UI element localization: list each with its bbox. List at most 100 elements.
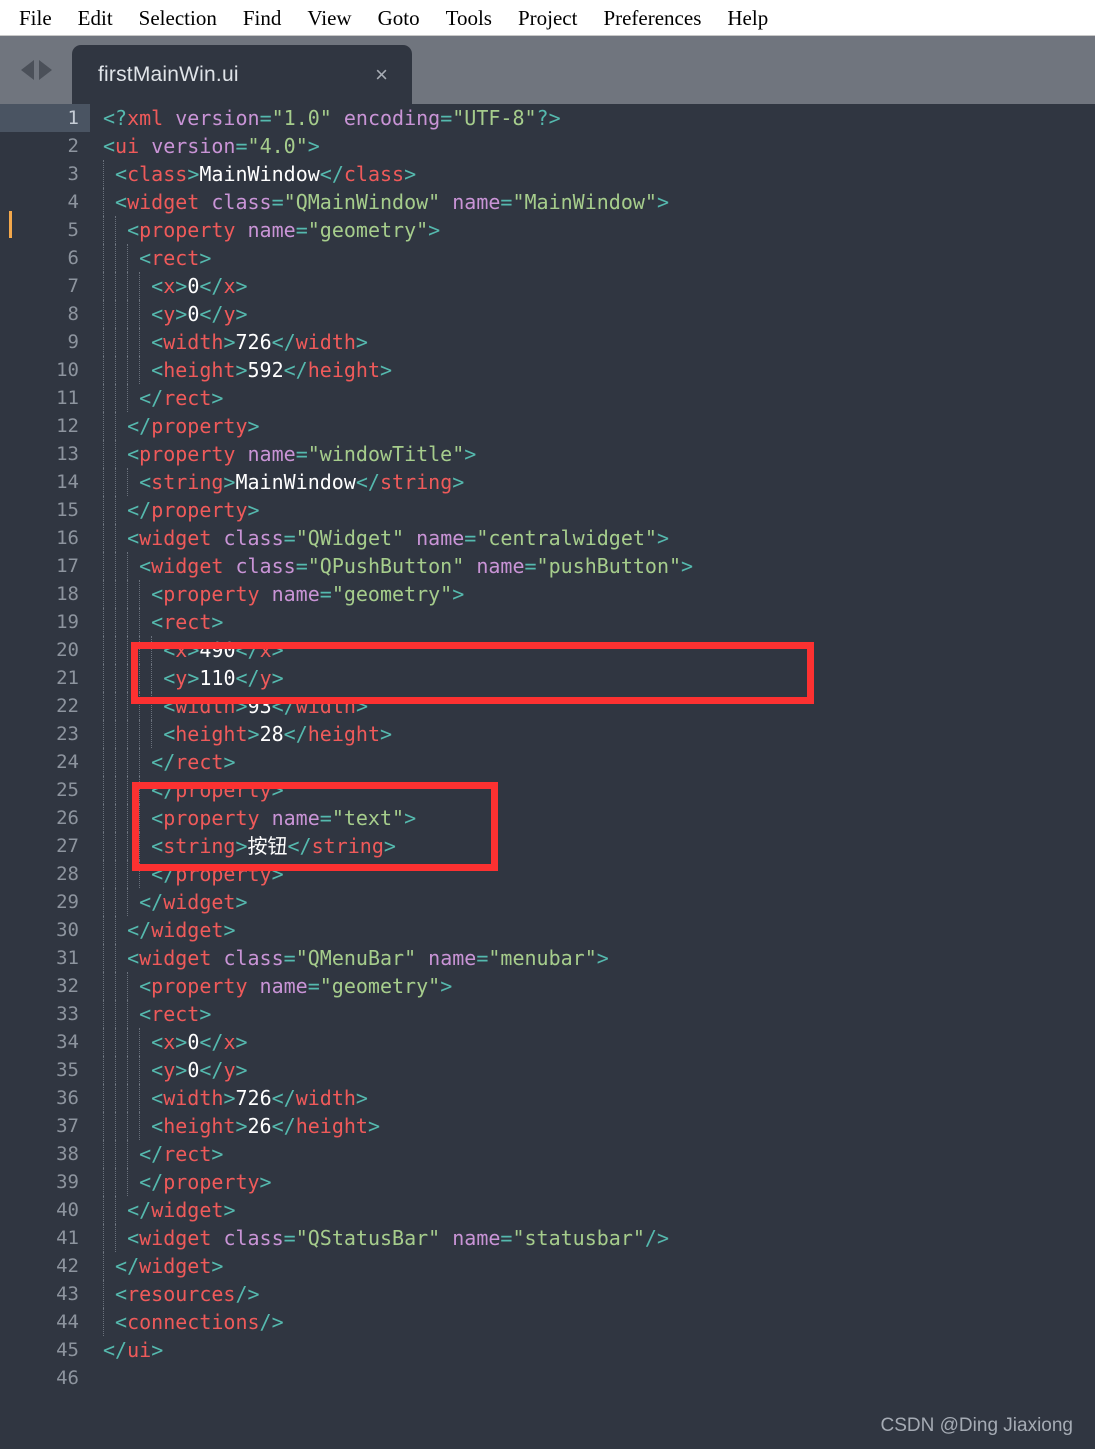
indent-guide — [127, 804, 128, 832]
code-line[interactable]: <rect> — [90, 244, 1095, 272]
indent-guide — [103, 412, 104, 440]
indent-guide — [103, 468, 104, 496]
line-number: 46 — [56, 1367, 79, 1389]
code-line-text: <widget class="QMainWindow" name="MainWi… — [115, 190, 670, 214]
menu-item-project[interactable]: Project — [505, 1, 590, 35]
menu-item-file[interactable]: File — [6, 1, 65, 35]
indent-guide — [115, 636, 116, 664]
menu-item-goto[interactable]: Goto — [365, 1, 433, 35]
close-icon[interactable]: × — [375, 63, 388, 86]
code-line[interactable]: </widget> — [90, 916, 1095, 944]
code-line[interactable]: <string>按钮</string> — [90, 832, 1095, 860]
code-line[interactable]: <property name="geometry"> — [90, 216, 1095, 244]
code-line[interactable]: <width>93</width> — [90, 692, 1095, 720]
code-line[interactable]: <property name="text"> — [90, 804, 1095, 832]
code-line[interactable]: <y>0</y> — [90, 1056, 1095, 1084]
menu-bar: File Edit Selection Find View Goto Tools Projec… — [0, 0, 1095, 36]
code-line[interactable]: <widget class="QMenuBar" name="menubar"> — [90, 944, 1095, 972]
line-number: 25 — [56, 779, 79, 801]
menu-item-selection[interactable]: Selection — [126, 1, 230, 35]
indent-guide — [127, 272, 128, 300]
code-line-text: <y>110</y> — [163, 666, 284, 690]
code-line[interactable]: <rect> — [90, 608, 1095, 636]
line-number: 15 — [56, 499, 79, 521]
tab-firstmainwin-ui[interactable]: firstMainWin.ui × — [72, 45, 412, 104]
indent-guide — [139, 860, 140, 888]
code-line[interactable]: <property name="geometry"> — [90, 972, 1095, 1000]
code-line[interactable]: <string>MainWindow</string> — [90, 468, 1095, 496]
indent-guide — [139, 692, 140, 720]
code-line[interactable]: <x>0</x> — [90, 272, 1095, 300]
code-line[interactable]: <class>MainWindow</class> — [90, 160, 1095, 188]
code-line[interactable]: <widget class="QWidget" name="centralwid… — [90, 524, 1095, 552]
code-line[interactable]: <ui version="4.0"> — [90, 132, 1095, 160]
code-line[interactable]: </rect> — [90, 748, 1095, 776]
indent-guide — [127, 580, 128, 608]
menu-item-help[interactable]: Help — [714, 1, 781, 35]
code-line[interactable]: <widget class="QStatusBar" name="statusb… — [90, 1224, 1095, 1252]
menu-item-tools[interactable]: Tools — [433, 1, 505, 35]
indent-guide — [115, 1196, 116, 1224]
code-line[interactable]: <y>110</y> — [90, 664, 1095, 692]
indent-guide — [139, 356, 140, 384]
indent-guide — [127, 1084, 128, 1112]
code-line[interactable]: <x>490</x> — [90, 636, 1095, 664]
line-number: 34 — [56, 1031, 79, 1053]
menu-item-preferences[interactable]: Preferences — [590, 1, 714, 35]
menu-item-view[interactable]: View — [294, 1, 364, 35]
code-line[interactable]: <widget class="QPushButton" name="pushBu… — [90, 552, 1095, 580]
code-line[interactable]: <property name="windowTitle"> — [90, 440, 1095, 468]
indent-guide — [139, 272, 140, 300]
code-line[interactable]: <width>726</width> — [90, 328, 1095, 356]
menu-item-find[interactable]: Find — [230, 1, 295, 35]
indent-guide — [103, 356, 104, 384]
indent-guide — [139, 664, 140, 692]
code-line[interactable]: <y>0</y> — [90, 300, 1095, 328]
code-line[interactable]: <height>28</height> — [90, 720, 1095, 748]
line-number: 27 — [56, 835, 79, 857]
code-line[interactable]: </ui> — [90, 1336, 1095, 1364]
code-line[interactable]: <height>592</height> — [90, 356, 1095, 384]
line-number: 17 — [56, 555, 79, 577]
indent-guide — [115, 272, 116, 300]
code-area[interactable]: <?xml version="1.0" encoding="UTF-8"?> <u… — [90, 104, 1095, 1449]
code-line[interactable]: </widget> — [90, 1252, 1095, 1280]
code-line-text: <width>93</width> — [163, 694, 368, 718]
indent-guide — [103, 272, 104, 300]
code-line[interactable]: <connections/> — [90, 1308, 1095, 1336]
code-line[interactable]: <property name="geometry"> — [90, 580, 1095, 608]
indent-guide — [139, 776, 140, 804]
code-line[interactable]: <rect> — [90, 1000, 1095, 1028]
code-editor[interactable]: 1 2 3 4 5 6 7 8 9 10 11 12 13 14 15 16 17 18 19 20 21 22 23 24 2… — [0, 104, 1095, 1449]
indent-guide — [103, 776, 104, 804]
indent-guide — [115, 244, 116, 272]
code-line[interactable]: </rect> — [90, 1140, 1095, 1168]
code-line[interactable]: </property> — [90, 1168, 1095, 1196]
indent-guide — [103, 944, 104, 972]
code-line[interactable]: <?xml version="1.0" encoding="UTF-8"?> — [90, 104, 1095, 132]
triangle-right-icon[interactable] — [38, 60, 52, 80]
indent-guide — [127, 468, 128, 496]
code-line[interactable]: <width>726</width> — [90, 1084, 1095, 1112]
code-line[interactable]: <x>0</x> — [90, 1028, 1095, 1056]
code-line[interactable]: <resources/> — [90, 1280, 1095, 1308]
code-line[interactable]: <widget class="QMainWindow" name="MainWi… — [90, 188, 1095, 216]
indent-guide — [115, 916, 116, 944]
indent-guide — [103, 1196, 104, 1224]
indent-guide — [103, 1056, 104, 1084]
code-line[interactable]: <height>26</height> — [90, 1112, 1095, 1140]
indent-guide — [139, 720, 140, 748]
code-line[interactable]: </widget> — [90, 1196, 1095, 1224]
code-line[interactable]: </property> — [90, 860, 1095, 888]
indent-guide — [115, 1168, 116, 1196]
code-line[interactable]: </property> — [90, 776, 1095, 804]
code-line-text: <?xml version="1.0" encoding="UTF-8"?> — [103, 106, 561, 130]
code-line[interactable]: </property> — [90, 412, 1095, 440]
code-line[interactable] — [90, 1364, 1095, 1392]
triangle-left-icon[interactable] — [20, 60, 34, 80]
code-line[interactable]: </widget> — [90, 888, 1095, 916]
menu-item-edit[interactable]: Edit — [65, 1, 126, 35]
tab-nav-arrows[interactable] — [0, 36, 72, 104]
code-line[interactable]: </property> — [90, 496, 1095, 524]
code-line[interactable]: </rect> — [90, 384, 1095, 412]
